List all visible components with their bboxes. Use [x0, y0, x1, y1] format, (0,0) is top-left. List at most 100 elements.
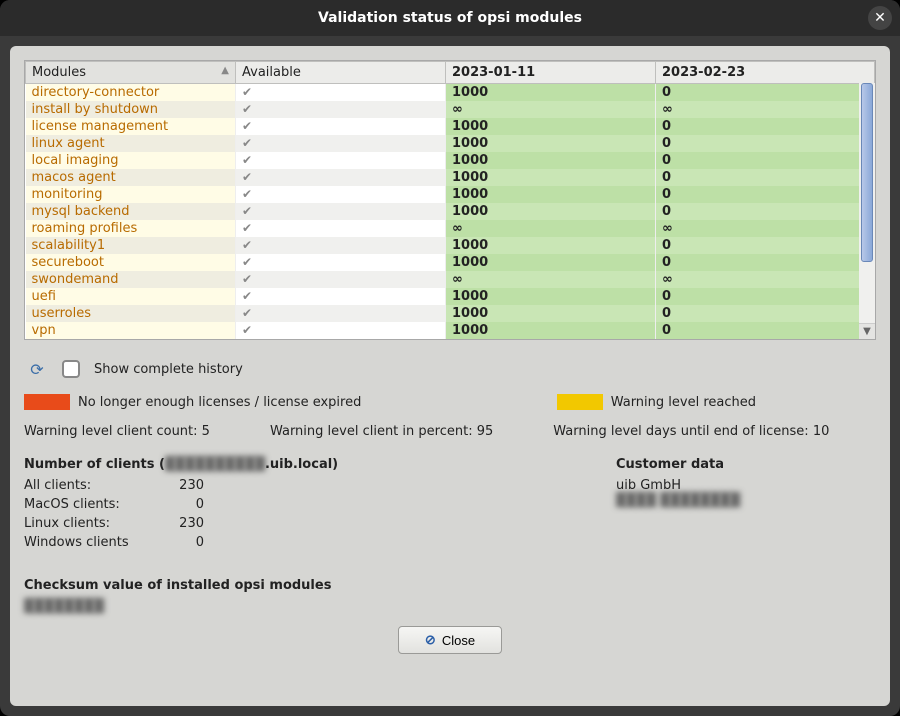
cell-module: directory-connector — [26, 84, 236, 102]
col-resize[interactable] — [651, 62, 655, 83]
swatch-red — [24, 394, 70, 410]
close-icon: ✕ — [874, 10, 886, 26]
customer-name: uib GmbH — [616, 478, 876, 493]
cell-date1: 1000 — [446, 135, 656, 152]
cell-available: ✔ — [236, 288, 446, 305]
cell-date2: 0 — [656, 237, 875, 254]
cell-date2: ∞ — [656, 220, 875, 237]
table-row[interactable]: vpn✔10000 — [26, 322, 875, 339]
table-row[interactable]: install by shutdown ✔ ∞∞ — [26, 101, 875, 118]
cell-date1: 1000 — [446, 169, 656, 186]
window-title: Validation status of opsi modules — [318, 10, 582, 26]
table-row[interactable]: uefi✔10000 — [26, 288, 875, 305]
cell-module: roaming profiles — [26, 220, 236, 237]
cell-module: secureboot — [26, 254, 236, 271]
check-icon: ✔ — [242, 136, 252, 150]
table-row[interactable]: linux agent ✔ 10000 — [26, 135, 875, 152]
close-button[interactable]: ⊘ Close — [398, 626, 502, 654]
cell-available: ✔ — [236, 322, 446, 339]
cell-available: ✔ — [236, 203, 446, 220]
client-value: 0 — [144, 497, 204, 512]
check-icon: ✔ — [242, 119, 252, 133]
scrollbar-thumb[interactable] — [861, 83, 873, 262]
check-icon: ✔ — [242, 170, 252, 184]
cell-available: ✔ — [236, 254, 446, 271]
dialog-window: Validation status of opsi modules ✕ Modu… — [0, 0, 900, 716]
table-row[interactable]: mysql backend✔10000 — [26, 203, 875, 220]
cell-date1: 1000 — [446, 118, 656, 135]
cell-date1: ∞ — [446, 101, 656, 118]
cell-date2: 0 — [656, 84, 875, 102]
cell-date2: 0 — [656, 203, 875, 220]
col-resize[interactable] — [231, 62, 235, 83]
cell-date2: 0 — [656, 322, 875, 339]
legend: No longer enough licenses / license expi… — [24, 392, 876, 412]
cell-date1: 1000 — [446, 237, 656, 254]
dialog-footer: ⊘ Close — [24, 622, 876, 654]
check-icon: ✔ — [242, 85, 252, 99]
cell-date2: 0 — [656, 254, 875, 271]
cell-module: linux agent — [26, 135, 236, 152]
table-row[interactable]: license management✔10000 — [26, 118, 875, 135]
col-modules[interactable]: Modules — [26, 62, 236, 84]
cell-module: local imaging — [26, 152, 236, 169]
cell-module: license management — [26, 118, 236, 135]
cell-available: ✔ — [236, 220, 446, 237]
cell-module: swondemand — [26, 271, 236, 288]
table-row[interactable]: scalability1✔10000 — [26, 237, 875, 254]
swatch-yellow — [557, 394, 603, 410]
client-key: All clients: — [24, 478, 144, 493]
cell-date1: 1000 — [446, 288, 656, 305]
cell-available: ✔ — [236, 152, 446, 169]
table-row[interactable]: roaming profiles ✔ ∞∞ — [26, 220, 875, 237]
close-button-label: Close — [442, 633, 475, 648]
table-row[interactable]: local imaging✔10000 — [26, 152, 875, 169]
client-key: MacOS clients: — [24, 497, 144, 512]
cell-date1: 1000 — [446, 254, 656, 271]
cell-module: scalability1 — [26, 237, 236, 254]
col-available[interactable]: Available — [236, 62, 446, 84]
close-button-icon: ⊘ — [425, 632, 436, 648]
clients-heading: Number of clients (██████████.uib.local) — [24, 457, 556, 472]
cell-date2: ∞ — [656, 271, 875, 288]
cell-date2: 0 — [656, 135, 875, 152]
legend-yellow-label: Warning level reached — [611, 395, 756, 410]
cell-date2: 0 — [656, 305, 875, 322]
window-close-button[interactable]: ✕ — [868, 6, 892, 30]
refresh-button[interactable]: ⟳ — [26, 358, 48, 380]
col-date2[interactable]: 2023-02-23 — [656, 62, 875, 84]
table-scrollbar[interactable]: ▼ — [859, 83, 875, 339]
check-icon: ✔ — [242, 221, 252, 235]
client-value: 230 — [144, 478, 204, 493]
check-icon: ✔ — [242, 102, 252, 116]
cell-module: install by shutdown — [26, 101, 236, 118]
warn-days: Warning level days until end of license:… — [553, 424, 829, 439]
cell-date2: ∞ — [656, 101, 875, 118]
cell-date1: ∞ — [446, 220, 656, 237]
client-key: Linux clients: — [24, 516, 144, 531]
cell-date1: 1000 — [446, 322, 656, 339]
client-key: Windows clients — [24, 535, 144, 550]
modules-table: Modules Available 2023-01-11 2023-02-23 … — [25, 61, 875, 339]
cell-date1: 1000 — [446, 152, 656, 169]
cell-module: monitoring — [26, 186, 236, 203]
col-resize[interactable] — [441, 62, 445, 83]
toolbar: ⟳ Show complete history — [24, 354, 876, 384]
clients-kv: All clients:230MacOS clients:0Linux clie… — [24, 478, 556, 550]
table-row[interactable]: macos agent✔10000 — [26, 169, 875, 186]
table-row[interactable]: userroles✔10000 — [26, 305, 875, 322]
scrollbar-down-button[interactable]: ▼ — [859, 323, 875, 339]
table-row[interactable]: directory-connector ✔ 10000 — [26, 84, 875, 102]
cell-module: userroles — [26, 305, 236, 322]
table-row[interactable]: swondemand✔∞∞ — [26, 271, 875, 288]
col-date1[interactable]: 2023-01-11 — [446, 62, 656, 84]
cell-date1: 1000 — [446, 84, 656, 102]
warning-stats: Warning level client count: 5 Warning le… — [24, 420, 876, 443]
cell-date1: ∞ — [446, 271, 656, 288]
checksum-heading: Checksum value of installed opsi modules — [24, 578, 556, 593]
table-row[interactable]: secureboot✔10000 — [26, 254, 875, 271]
cell-available: ✔ — [236, 305, 446, 322]
history-checkbox[interactable] — [62, 360, 80, 378]
table-row[interactable]: monitoring✔10000 — [26, 186, 875, 203]
history-label: Show complete history — [94, 362, 243, 377]
